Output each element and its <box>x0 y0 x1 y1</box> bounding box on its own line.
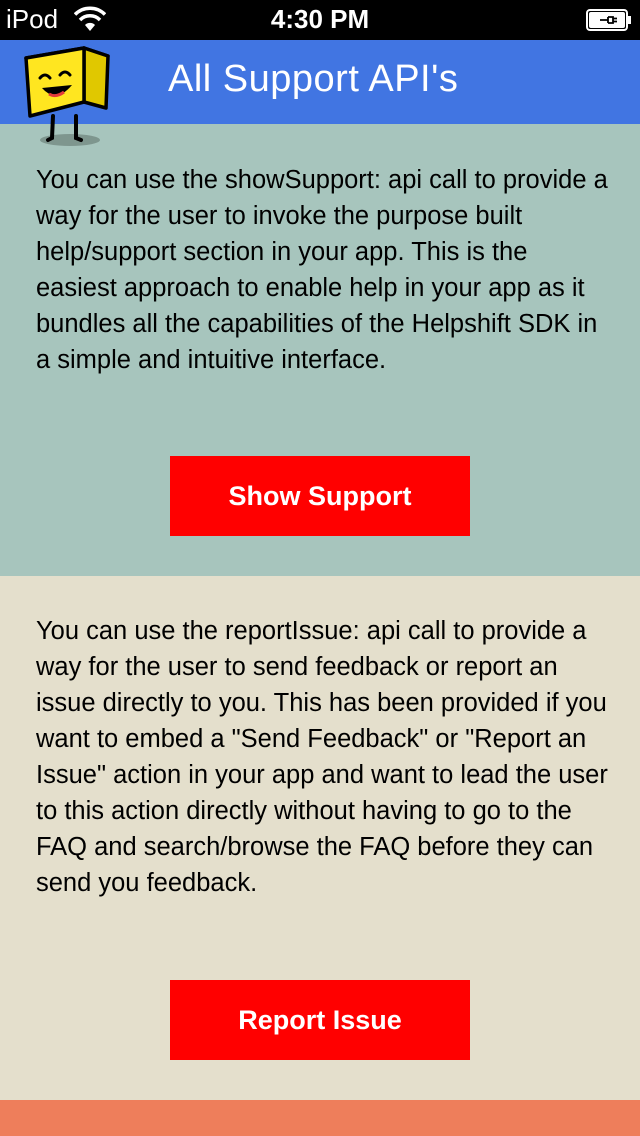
show-support-button[interactable]: Show Support <box>170 456 470 536</box>
show-support-section: You can use the showSupport: api call to… <box>0 124 640 576</box>
battery-charging-icon <box>586 9 631 31</box>
report-issue-description: You can use the reportIssue: api call to… <box>36 617 608 897</box>
page-title: All Support API's <box>168 58 459 100</box>
report-issue-button[interactable]: Report Issue <box>170 980 470 1060</box>
status-bar: iPod 4:30 PM <box>0 0 640 40</box>
yellow-box-mascot-icon <box>24 46 110 146</box>
bottom-section <box>0 1100 640 1136</box>
report-issue-section: You can use the reportIssue: api call to… <box>0 576 640 1100</box>
screen: iPod 4:30 PM All Support API's You can u… <box>0 0 640 1136</box>
show-support-description: You can use the showSupport: api call to… <box>36 166 608 374</box>
clock-label: 4:30 PM <box>270 4 370 34</box>
